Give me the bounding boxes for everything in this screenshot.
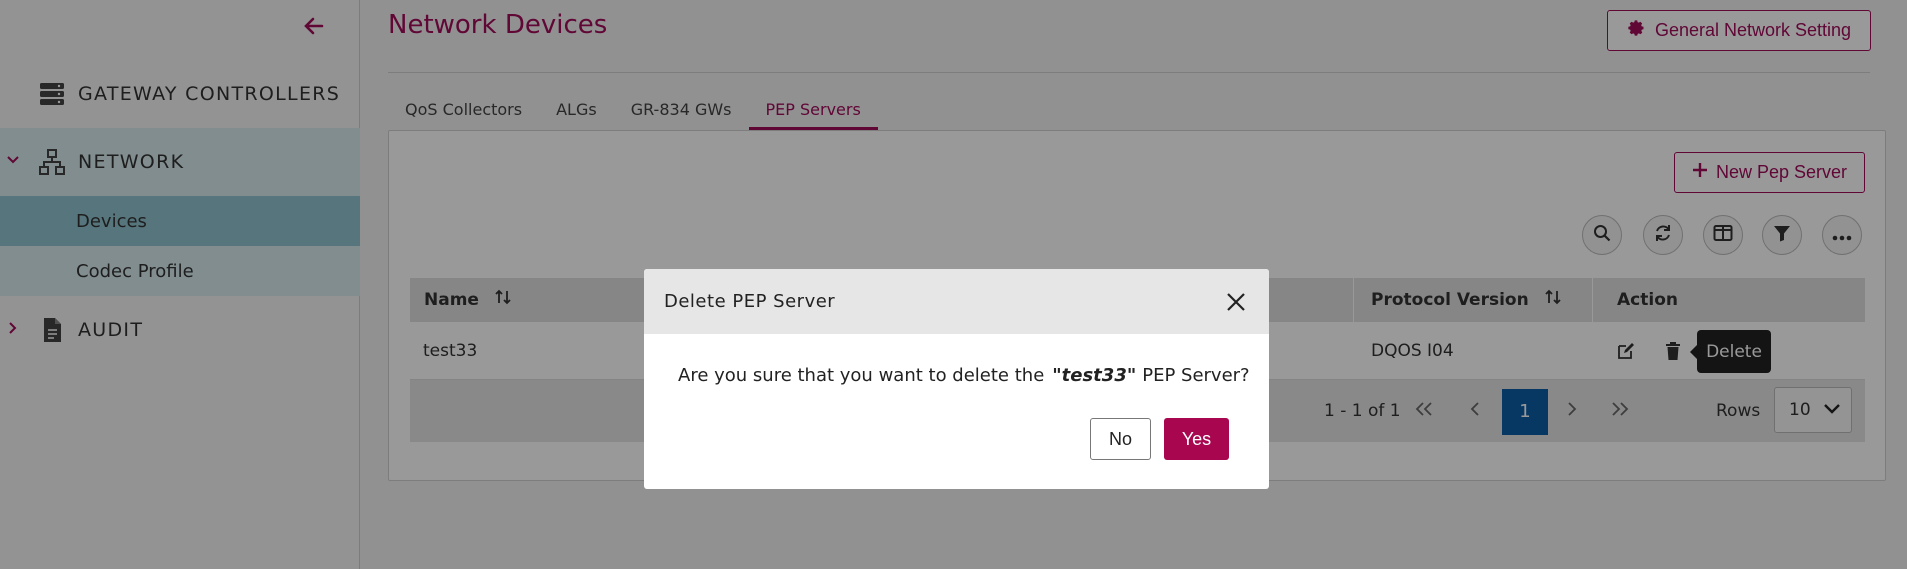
close-icon[interactable] [1222,288,1250,316]
dialog-header: Delete PEP Server [644,269,1269,334]
dialog-target-name: "test33" [1052,365,1137,386]
yes-button[interactable]: Yes [1164,418,1229,460]
dialog-message: Are you sure that you want to delete the… [678,365,1250,386]
no-button[interactable]: No [1090,418,1151,460]
delete-confirm-dialog: Delete PEP Server Are you sure that you … [644,269,1269,489]
dialog-title: Delete PEP Server [664,291,836,312]
